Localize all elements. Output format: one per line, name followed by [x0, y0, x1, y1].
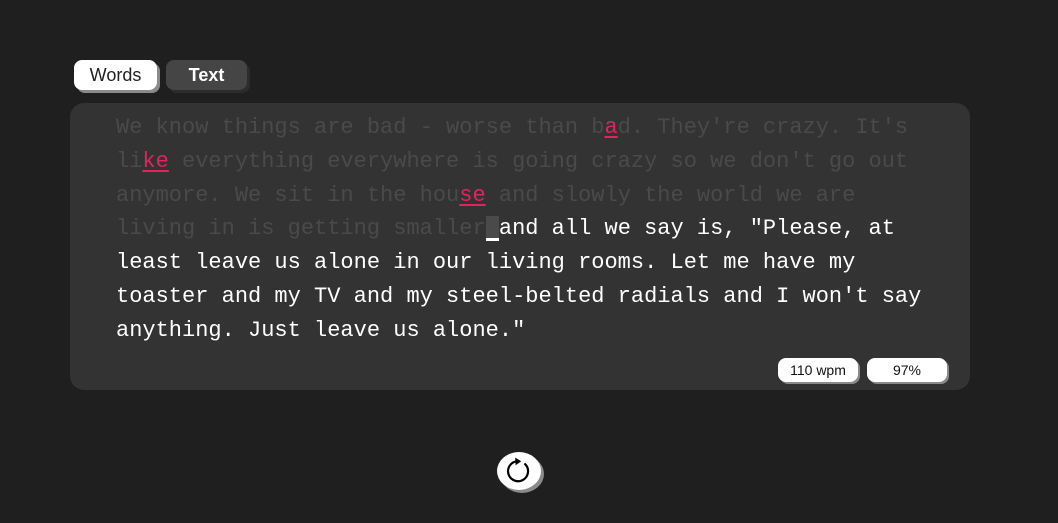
- passage-text[interactable]: We know things are bad - worse than bad.…: [116, 111, 936, 348]
- restart-icon: [507, 457, 530, 483]
- typing-panel[interactable]: We know things are bad - worse than bad.…: [70, 103, 970, 390]
- error-char: ke: [142, 148, 169, 174]
- tab-words[interactable]: Words: [74, 60, 157, 90]
- typed-text: We know things are bad - worse than b: [116, 115, 605, 140]
- mode-tabs: Words Text: [74, 60, 247, 90]
- error-char: a: [604, 115, 618, 140]
- restart-button[interactable]: [497, 452, 541, 490]
- accuracy-badge: 97%: [867, 358, 947, 382]
- error-char: se: [459, 182, 486, 208]
- tab-text[interactable]: Text: [166, 60, 247, 90]
- wpm-badge: 110 wpm: [778, 358, 858, 382]
- text-cursor: [485, 216, 499, 242]
